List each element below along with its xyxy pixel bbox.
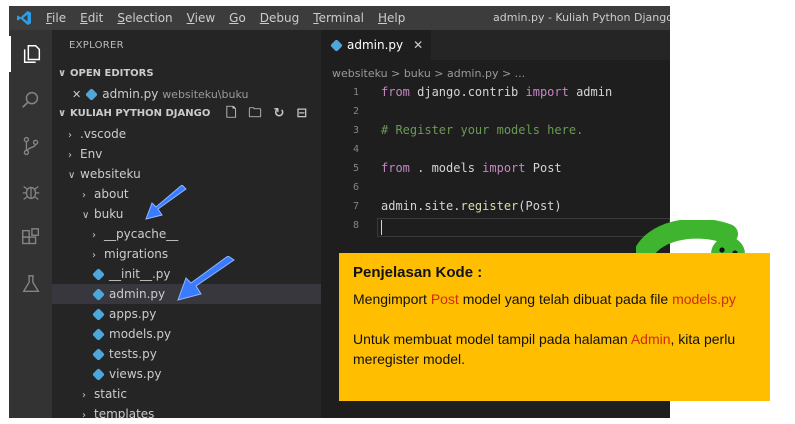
card-paragraph-2: Untuk membuat model tampil pada halaman … (353, 331, 736, 367)
line-number: 6 (352, 182, 359, 193)
menu-view[interactable]: View (180, 11, 222, 25)
menu-edit[interactable]: Edit (73, 11, 110, 25)
chevron-right-icon: › (82, 390, 86, 401)
chevron-down-icon: ∨ (58, 108, 67, 119)
python-file-icon (92, 308, 105, 321)
vscode-logo-icon (9, 6, 39, 30)
tree-item-tests[interactable]: tests.py (52, 344, 363, 364)
menu-selection[interactable]: Selection (110, 11, 179, 25)
chevron-right-icon: › (68, 150, 72, 161)
breadcrumb[interactable]: websiteku > buku > admin.py > ... (332, 67, 525, 80)
tree-item-models[interactable]: models.py (52, 324, 363, 344)
window-title: admin.py - Kuliah Python Django - Vi (493, 11, 670, 24)
refresh-icon[interactable]: ↻ (273, 104, 284, 124)
editor-tabs: admin.py ✕ (321, 30, 670, 60)
menu-file[interactable]: File (39, 11, 73, 25)
pointer-arrow-icon (177, 256, 235, 301)
open-editor-item[interactable]: ✕ admin.py websiteku\buku (52, 84, 341, 104)
menu-help[interactable]: Help (371, 11, 412, 25)
line-number: 7 (352, 201, 359, 212)
tab-admin-py[interactable]: admin.py ✕ (321, 30, 431, 60)
activity-bar (9, 30, 52, 418)
pointer-arrow-icon (145, 185, 187, 220)
tree-item-websiteku[interactable]: ∨ websiteku (52, 164, 337, 184)
test-flask-icon[interactable] (9, 266, 52, 302)
current-line-highlight (377, 218, 670, 237)
python-file-icon (92, 368, 105, 381)
explorer-title: EXPLORER (69, 40, 124, 51)
explorer-sidebar: EXPLORER ∨ OPEN EDITORS ✕ admin.py website… (52, 30, 363, 418)
extensions-icon[interactable] (9, 220, 52, 256)
chevron-right-icon: › (92, 250, 96, 261)
collapse-all-icon[interactable]: ⊟ (296, 104, 307, 124)
chevron-right-icon: › (82, 190, 86, 201)
line-number: 8 (352, 220, 359, 231)
files-icon[interactable] (9, 36, 52, 72)
explanation-card: Penjelasan Kode : Mengimport Post model … (339, 253, 770, 401)
chevron-right-icon: › (92, 230, 96, 241)
tree-item-views[interactable]: views.py (52, 364, 363, 384)
code-line-7: admin.site.register(Post) (381, 199, 562, 213)
code-line-3: # Register your models here. (381, 123, 584, 137)
project-header[interactable]: ∨ KULIAH PYTHON DJANGO 🗋 🗀 ↻ ⊟ (52, 104, 327, 124)
python-file-icon (92, 288, 105, 301)
tree-item-buku[interactable]: ∨ buku (52, 204, 351, 224)
line-number: 3 (352, 125, 359, 136)
close-icon[interactable]: ✕ (413, 38, 423, 52)
python-file-icon (92, 348, 105, 361)
tree-item-apps[interactable]: apps.py (52, 304, 363, 324)
code-line-1: from django.contrib import admin (381, 85, 613, 99)
chevron-right-icon: › (68, 130, 72, 141)
new-folder-icon[interactable]: 🗀 (248, 104, 261, 124)
line-number: 1 (352, 87, 359, 98)
card-paragraph-1: Mengimport Post model yang telah dibuat … (353, 291, 736, 307)
chevron-down-icon: ∨ (68, 170, 76, 181)
chevron-right-icon: › (82, 410, 86, 418)
search-icon[interactable] (9, 82, 52, 118)
open-editors-header[interactable]: ∨ OPEN EDITORS (52, 64, 327, 84)
chevron-down-icon: ∨ (82, 210, 90, 221)
menu-debug[interactable]: Debug (253, 11, 306, 25)
menu-bar: File Edit Selection View Go Debug Termin… (9, 6, 670, 30)
tree-item-env[interactable]: › Env (52, 144, 337, 164)
menu-terminal[interactable]: Terminal (306, 11, 371, 25)
chevron-down-icon: ∨ (58, 68, 67, 79)
tree-item-templates[interactable]: › templates (52, 404, 351, 418)
line-number: 5 (352, 163, 359, 174)
line-number: 2 (352, 106, 359, 117)
tree-item-pycache[interactable]: › __pycache__ (52, 224, 361, 244)
menu-go[interactable]: Go (222, 11, 253, 25)
source-control-icon[interactable] (9, 128, 52, 164)
close-icon[interactable]: ✕ (72, 88, 81, 101)
python-file-icon (330, 38, 343, 52)
text-caret (381, 220, 382, 235)
python-file-icon (92, 268, 105, 281)
python-file-icon (85, 88, 99, 101)
tree-item-static[interactable]: › static (52, 384, 351, 404)
debug-icon[interactable] (9, 174, 52, 210)
code-line-5: from . models import Post (381, 161, 562, 175)
line-number: 4 (352, 144, 359, 155)
python-file-icon (92, 328, 105, 341)
card-title: Penjelasan Kode : (353, 264, 483, 281)
tree-item-about[interactable]: › about (52, 184, 351, 204)
new-file-icon[interactable]: 🗋 (226, 104, 236, 124)
tree-item-vscode[interactable]: › .vscode (52, 124, 337, 144)
